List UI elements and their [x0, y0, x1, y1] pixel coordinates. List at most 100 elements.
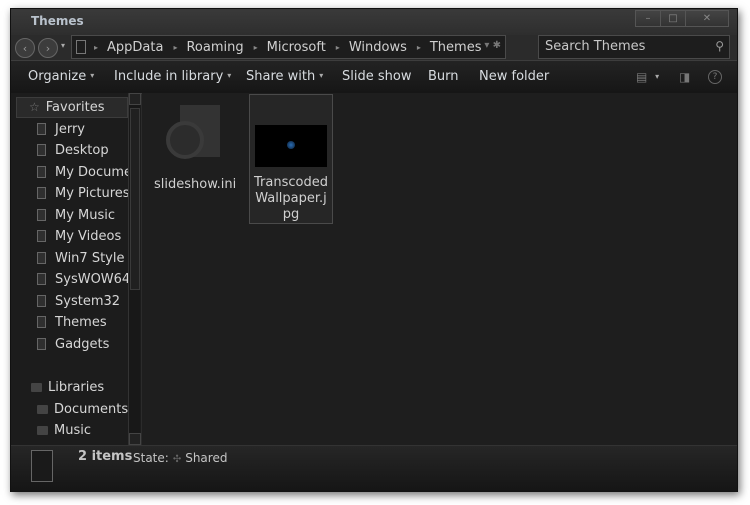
sidebar-item-jerry[interactable]: Jerry: [37, 119, 141, 139]
explorer-window: Themes – □ ✕ ‹ › ▾ ▸ AppData ▸ Roaming ▸…: [10, 8, 738, 492]
sidebar-item-my-documents[interactable]: My Documents: [37, 162, 129, 182]
breadcrumb-appdata[interactable]: AppData: [107, 40, 163, 55]
music-icon: [37, 209, 46, 221]
state-label: State:: [133, 451, 169, 465]
folder-icon: [31, 450, 53, 482]
new-folder-button[interactable]: New folder: [479, 69, 549, 84]
file-item-selected[interactable]: Transcoded Wallpaper.jpg: [249, 94, 333, 224]
include-in-library-label: Include in library: [114, 69, 224, 84]
file-name: slideshow.ini: [154, 177, 237, 192]
desktop-icon: [37, 144, 46, 156]
settings-file-icon: [162, 99, 228, 174]
sidebar-item-syswow64[interactable]: SysWOW64: [37, 269, 141, 289]
back-icon: ‹: [22, 41, 28, 55]
chevron-right-icon[interactable]: ▸: [94, 43, 98, 52]
details-pane: 2 items State: ✣ Shared: [11, 445, 737, 492]
recent-pages-dropdown[interactable]: ▾: [61, 41, 65, 50]
breadcrumb-roaming[interactable]: Roaming: [186, 40, 243, 55]
sidebar-item-my-music[interactable]: My Music: [37, 205, 141, 225]
command-bar: Organize ▾ Include in library ▾ Share with…: [11, 60, 737, 94]
sidebar-item-label: Win7 Style B: [55, 250, 129, 266]
help-button[interactable]: ?: [708, 70, 722, 84]
sidebar-item-label: Desktop: [55, 142, 109, 158]
sidebar-item-label: Documents: [54, 401, 129, 417]
file-list: slideshow.ini Transcoded Wallpaper.jpg: [142, 93, 737, 445]
back-button[interactable]: ‹: [15, 38, 35, 58]
sidebar-item-favorites[interactable]: ☆ Favorites: [29, 97, 141, 117]
sidebar-item-desktop[interactable]: Desktop: [37, 140, 141, 160]
folder-icon: [76, 40, 86, 54]
search-icon[interactable]: ⚲: [715, 39, 724, 53]
sidebar-item-my-videos[interactable]: My Videos: [37, 226, 141, 246]
sidebar-item-label: My Documents: [55, 164, 129, 180]
organize-button[interactable]: Organize ▾: [28, 69, 94, 84]
item-count: 2 items: [78, 449, 133, 464]
close-button[interactable]: ✕: [686, 10, 729, 27]
sidebar-item-label: My Pictures: [55, 185, 130, 201]
chevron-right-icon[interactable]: ▸: [336, 43, 340, 52]
slide-show-button[interactable]: Slide show: [342, 69, 411, 84]
include-in-library-button[interactable]: Include in library ▾: [114, 69, 231, 84]
sidebar-item-label: Themes: [55, 314, 107, 330]
folder-icon: [37, 123, 46, 135]
sidebar-item-system32[interactable]: System32: [37, 291, 141, 311]
breadcrumb-windows[interactable]: Windows: [349, 40, 407, 55]
chevron-down-icon: ▾: [227, 71, 232, 80]
state-value: Shared: [185, 451, 228, 465]
sidebar-item-libraries[interactable]: Libraries: [31, 377, 141, 397]
forward-button[interactable]: ›: [38, 38, 58, 58]
scroll-down-arrow[interactable]: [129, 433, 141, 445]
search-input[interactable]: [545, 39, 705, 54]
scrollbar-thumb[interactable]: [130, 108, 140, 290]
chevron-right-icon[interactable]: ▸: [417, 43, 421, 52]
sidebar-item-my-pictures[interactable]: My Pictures: [37, 183, 141, 203]
maximize-button[interactable]: □: [661, 10, 686, 27]
chevron-right-icon[interactable]: ▸: [254, 43, 258, 52]
music-library-icon: [37, 425, 48, 435]
sidebar-item-gadgets[interactable]: Gadgets: [37, 334, 141, 354]
burn-button[interactable]: Burn: [428, 69, 459, 84]
sidebar-item-label: System32: [55, 293, 121, 309]
folder-icon: [37, 316, 46, 328]
chevron-down-icon: ▾: [655, 72, 660, 81]
address-history-icon[interactable]: ▾ ✱: [484, 40, 501, 51]
sidebar-item-label: Gadgets: [55, 336, 110, 352]
minimize-button[interactable]: –: [635, 10, 661, 27]
sidebar-item-documents[interactable]: Documents: [37, 399, 141, 419]
sidebar-scrollbar[interactable]: [128, 93, 141, 445]
title-bar: Themes – □ ✕: [11, 9, 737, 35]
views-icon: ▤: [636, 70, 648, 84]
scroll-up-arrow[interactable]: [129, 93, 141, 105]
navigation-bar: ‹ › ▾ ▸ AppData ▸ Roaming ▸ Microsoft ▸ …: [11, 35, 737, 59]
sidebar-item-label: Music: [54, 422, 91, 438]
file-item[interactable]: slideshow.ini: [154, 99, 236, 193]
documents-library-icon: [37, 404, 48, 414]
share-with-label: Share with: [246, 69, 316, 84]
videos-icon: [37, 230, 46, 242]
sidebar-item-label: My Videos: [55, 228, 122, 244]
preview-pane-icon: ◨: [679, 70, 691, 84]
star-icon: ☆: [29, 100, 40, 114]
change-view-button[interactable]: ▤ ▾: [636, 70, 659, 84]
documents-icon: [37, 166, 46, 178]
sidebar-item-label: SysWOW64: [55, 271, 131, 287]
share-with-button[interactable]: Share with ▾: [246, 69, 323, 84]
window-controls: – □ ✕: [635, 10, 729, 27]
sidebar-item-music[interactable]: Music: [37, 420, 141, 440]
sidebar-item-themes[interactable]: Themes: [37, 312, 141, 332]
sidebar-item-win7-style[interactable]: Win7 Style B: [37, 248, 129, 268]
gear-icon: [166, 121, 204, 159]
address-bar[interactable]: ▸ AppData ▸ Roaming ▸ Microsoft ▸ Window…: [71, 35, 506, 59]
search-box[interactable]: ⚲: [538, 35, 730, 59]
sidebar-item-label: My Music: [55, 207, 116, 223]
window-title: Themes: [31, 14, 84, 28]
breadcrumb-microsoft[interactable]: Microsoft: [267, 40, 326, 55]
chevron-right-icon[interactable]: ▸: [173, 43, 177, 52]
preview-pane-button[interactable]: ◨: [679, 70, 690, 84]
forward-icon: ›: [45, 41, 51, 55]
folder-icon: [37, 273, 46, 285]
pictures-icon: [37, 187, 46, 199]
libraries-icon: [31, 382, 42, 392]
navigation-pane: ☆ Favorites Jerry Desktop My Documents My…: [11, 93, 141, 445]
breadcrumb-themes[interactable]: Themes: [430, 40, 482, 55]
